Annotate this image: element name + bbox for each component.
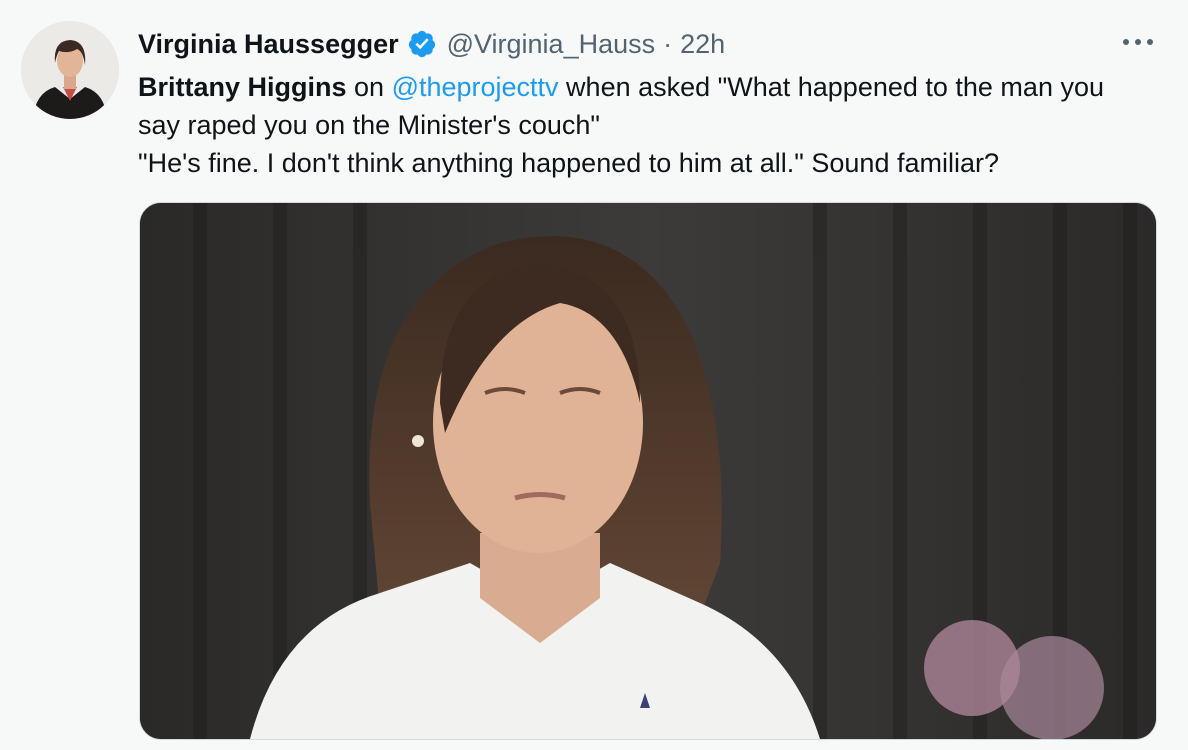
profile-photo-avatar <box>21 21 119 119</box>
more-horizontal-icon[interactable] <box>1118 30 1158 54</box>
tweet-text: Brittany Higgins on @theprojecttv when a… <box>138 68 1148 182</box>
author-display-name[interactable]: Virginia Haussegger <box>138 29 399 60</box>
verified-badge-icon <box>408 30 435 58</box>
avatar[interactable] <box>21 21 119 119</box>
mention-link[interactable]: @theprojecttv <box>392 72 559 102</box>
text-on: on <box>346 72 392 102</box>
video-thumbnail <box>140 203 1156 739</box>
author-handle[interactable]: @Virginia_Hauss <box>447 29 656 60</box>
media-video[interactable] <box>139 202 1157 740</box>
bold-name: Brittany Higgins <box>138 72 347 102</box>
tweet-header: Virginia Haussegger @Virginia_Hauss · 22… <box>138 24 725 64</box>
tweet[interactable]: Virginia Haussegger @Virginia_Hauss · 22… <box>0 0 1188 750</box>
tweet-text-line-2: "He's fine. I don't think anything happe… <box>138 148 999 178</box>
tweet-timestamp[interactable]: 22h <box>680 29 725 60</box>
separator-dot: · <box>663 28 673 59</box>
tweet-text-line-1: Brittany Higgins on @theprojecttv when a… <box>138 68 1148 144</box>
